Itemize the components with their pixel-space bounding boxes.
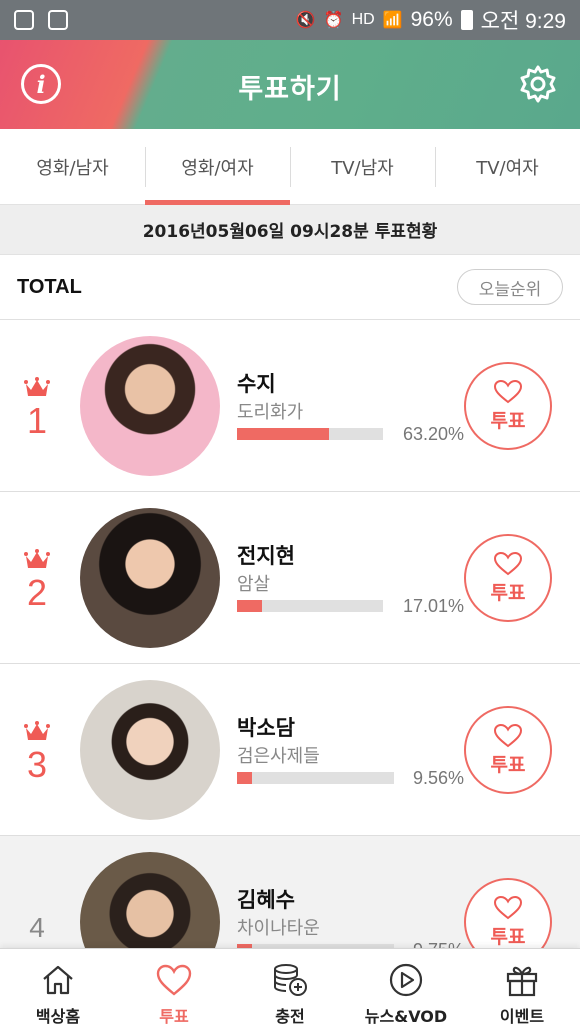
app-notification-icon — [14, 10, 34, 30]
heart-icon — [156, 964, 192, 996]
tab-label: 영화/여자 — [181, 157, 254, 179]
nav-label: 백상홈 — [35, 1007, 81, 1026]
ranking-item: 3 박소담 검은사제들 9.56% 투표 — [0, 664, 580, 836]
image-notification-icon — [48, 10, 68, 30]
vote-label: 투표 — [490, 925, 526, 948]
mute-icon: 🔇 — [295, 12, 316, 29]
avatar — [80, 336, 220, 476]
battery-percent: 96% — [410, 8, 453, 31]
wifi-icon: 📶 — [382, 12, 403, 29]
ranking-item: 1 수지 도리화가 63.20% 투표 — [0, 320, 580, 492]
nav-label: 이벤트 — [499, 1007, 545, 1026]
vote-share-fill — [237, 428, 330, 440]
nav-news-vod[interactable]: 뉴스&VOD — [348, 949, 464, 1031]
nominee-name: 박소담 — [237, 716, 295, 740]
status-left — [14, 10, 68, 30]
vote-button[interactable]: 투표 — [464, 706, 552, 794]
vote-percent: 9.56% — [412, 768, 464, 788]
nominee-work: 검은사제들 — [237, 746, 320, 767]
nominee-name: 김혜수 — [237, 888, 295, 912]
nav-event[interactable]: 이벤트 — [464, 949, 580, 1031]
rank-number: 4 — [29, 912, 45, 943]
tab-label: TV/여자 — [476, 157, 539, 179]
tab-movie-male[interactable]: 영화/남자 — [0, 129, 145, 204]
vote-share-fill — [237, 772, 252, 784]
nav-label: 투표 — [159, 1007, 189, 1026]
vote-label: 투표 — [490, 753, 526, 776]
app-header: i 투표하기 — [0, 40, 580, 129]
vote-button[interactable]: 투표 — [464, 362, 552, 450]
status-bar: 🔇 ⏰ HD 📶 96% 오전 9:29 — [0, 0, 580, 40]
vote-label: 투표 — [490, 581, 526, 604]
crown-icon — [24, 549, 50, 568]
category-tabs: 영화/남자 영화/여자 TV/남자 TV/여자 — [0, 129, 580, 205]
heart-icon — [494, 379, 522, 403]
crown-icon — [24, 721, 50, 740]
status-right: 🔇 ⏰ HD 📶 96% 오전 9:29 — [296, 5, 566, 35]
vote-button[interactable]: 투표 — [464, 878, 552, 948]
heart-icon — [494, 723, 522, 747]
coins-add-icon — [274, 964, 307, 996]
home-icon — [43, 965, 73, 995]
tab-tv-female[interactable]: TV/여자 — [435, 129, 580, 204]
crown-icon — [24, 377, 50, 396]
hd-icon: HD — [351, 11, 375, 28]
page-title: 투표하기 — [238, 74, 342, 105]
vote-share-bar — [237, 772, 394, 784]
ranking-item: 2 전지현 암살 17.01% 투표 — [0, 492, 580, 664]
nav-charge[interactable]: 충전 — [232, 949, 348, 1031]
nominee-work: 차이나타운 — [237, 918, 320, 939]
vote-percent: 17.01% — [402, 596, 464, 616]
gift-icon — [506, 966, 538, 997]
play-icon — [389, 963, 423, 997]
rank-number: 3 — [26, 744, 48, 785]
vote-button[interactable]: 투표 — [464, 534, 552, 622]
alarm-icon: ⏰ — [323, 12, 344, 29]
nominee-name: 수지 — [237, 372, 276, 396]
vote-status-text: 2016년05월06일 09시28분 투표현황 — [142, 222, 438, 242]
nav-label: 충전 — [275, 1007, 305, 1026]
avatar — [80, 680, 220, 820]
tab-tv-male[interactable]: TV/남자 — [290, 129, 435, 204]
clock: 오전 9:29 — [480, 10, 566, 33]
rank-number: 1 — [26, 400, 48, 441]
nominee-work: 도리화가 — [237, 402, 304, 423]
nav-home[interactable]: 백상홈 — [0, 949, 116, 1031]
battery-icon — [460, 10, 473, 30]
vote-share-bar — [237, 600, 383, 612]
ranking-list[interactable]: 1 수지 도리화가 63.20% 투표 2 전지현 암살 17.01% 투표 3… — [0, 320, 580, 948]
vote-percent: 9.75% — [380, 940, 464, 948]
vote-share-fill — [237, 600, 262, 612]
total-label: TOTAL — [17, 276, 82, 298]
bottom-navigation: 백상홈 투표 충전 뉴스&VOD 이벤트 — [0, 948, 580, 1031]
nav-vote[interactable]: 투표 — [116, 949, 232, 1031]
nominee-work: 암살 — [237, 574, 271, 595]
vote-share-bar — [237, 428, 383, 440]
nominee-name: 전지현 — [237, 544, 295, 568]
vote-label: 투표 — [490, 409, 526, 432]
heart-icon — [494, 551, 522, 575]
total-header: TOTAL 오늘순위 — [0, 255, 580, 320]
avatar — [80, 852, 220, 948]
avatar — [80, 508, 220, 648]
ranking-item: 4 김혜수 차이나타운 9.75% 투표 — [0, 836, 580, 948]
heart-icon — [494, 895, 522, 919]
nav-label: 뉴스&VOD — [364, 1007, 448, 1026]
tab-label: TV/남자 — [331, 157, 394, 179]
rank-number: 2 — [26, 572, 48, 613]
tab-label: 영화/남자 — [36, 157, 109, 179]
tab-movie-female[interactable]: 영화/여자 — [145, 129, 290, 205]
vote-status-date: 2016년05월06일 09시28분 투표현황 — [0, 205, 580, 255]
today-ranking-button[interactable]: 오늘순위 — [457, 269, 563, 305]
settings-gear-icon[interactable] — [518, 64, 558, 104]
vote-percent: 63.20% — [402, 424, 464, 444]
